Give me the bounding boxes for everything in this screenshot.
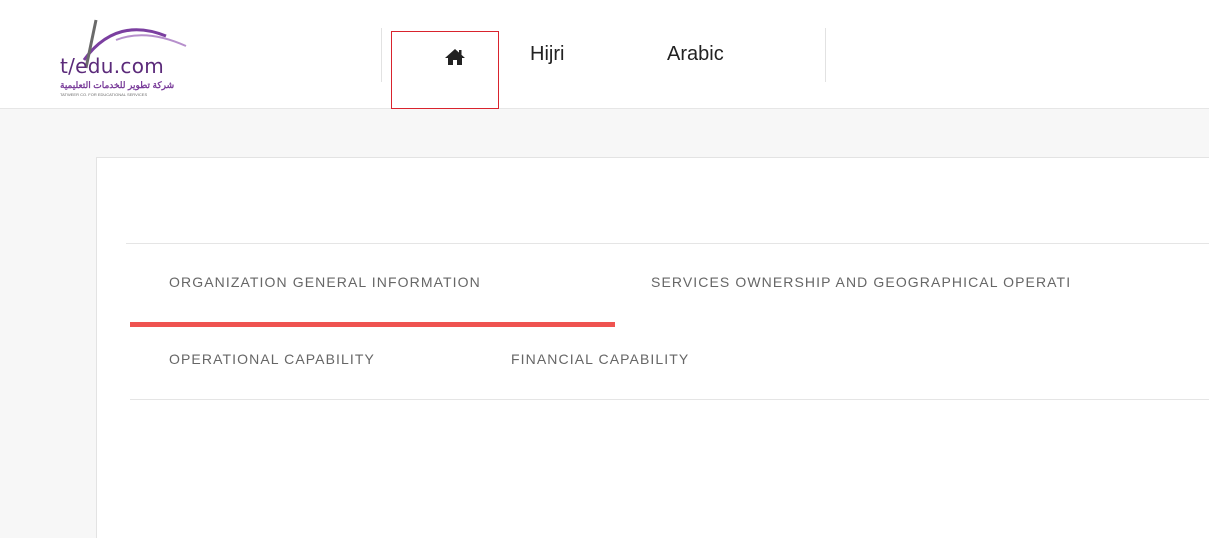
logo-english-text: TATWEER CO. FOR EDUCATIONAL SERVICES [60, 92, 148, 97]
tab-operational-capability[interactable]: OPERATIONAL CAPABILITY [169, 351, 375, 367]
tab-financial-capability[interactable]: FINANCIAL CAPABILITY [511, 351, 689, 367]
tabs-top-divider [126, 243, 1209, 244]
nav-divider-left [381, 28, 382, 82]
arabic-language-link[interactable]: Arabic [667, 43, 724, 66]
top-header: t/edu.com شركة تطوير للخدمات التعليمية T… [0, 0, 1209, 109]
tab-organization-general-information[interactable]: ORGANIZATION GENERAL INFORMATION [169, 274, 481, 290]
hijri-link[interactable]: Hijri [530, 43, 564, 66]
logo-text: t/edu.com [60, 54, 165, 78]
active-tab-indicator [130, 322, 615, 327]
nav-divider-right [825, 28, 826, 82]
home-icon [445, 49, 465, 65]
logo-arabic-text: شركة تطوير للخدمات التعليمية [60, 80, 175, 90]
tabs-bottom-divider [130, 399, 1209, 400]
tab-services-ownership[interactable]: SERVICES OWNERSHIP AND GEOGRAPHICAL OPER… [651, 274, 1071, 290]
home-button[interactable] [391, 31, 499, 109]
tatweer-logo[interactable]: t/edu.com شركة تطوير للخدمات التعليمية T… [56, 10, 196, 102]
content-card [96, 157, 1209, 538]
